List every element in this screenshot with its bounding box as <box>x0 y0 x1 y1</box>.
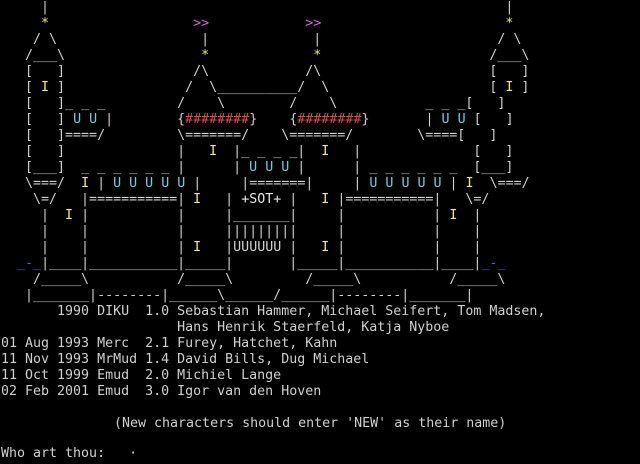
art-line: \===/ I | U U U U U | |=======| | U U U … <box>1 176 530 191</box>
art-line: | I | | |_______| | | I | <box>1 208 482 223</box>
notice-text: (New characters should enter 'NEW' as th… <box>114 416 507 431</box>
art-line: [___] _ _ _ _ _ _ | | U U U | | _ _ _ _ … <box>1 160 514 175</box>
art-line: /___\ * * /___\ <box>1 48 530 63</box>
art-line: [ ]====/ \=======/ \=======/ \====[ ] <box>25 128 498 143</box>
credit-line: Hans Henrik Staerfeld, Katja Nyboe <box>177 320 450 335</box>
login-prompt[interactable]: Who art thou: · <box>1 446 137 462</box>
art-line: | | | ||||||||| | | | <box>41 224 482 239</box>
prompt-label: Who art thou: <box>1 446 106 461</box>
credit-line: 01 Aug 1993 Merc 2.1 Furey, Hatchet, Kah… <box>1 336 338 351</box>
art-line: [ I ] / \__________/ \ [ I ] <box>1 80 530 95</box>
art-line: |_______|--------|______\______/______|-… <box>25 288 474 303</box>
art-line: | | <box>41 0 514 15</box>
credit-line: 02 Feb 2001 Emud 3.0 Igor van den Hoven <box>1 384 322 399</box>
art-line: * >> >> * <box>41 16 514 31</box>
credit-line: 1990 DIKU 1.0 Sebastian Hammer, Michael … <box>57 304 546 319</box>
credit-line: 11 Oct 1999 Emud 2.0 Michiel Lange <box>1 368 282 383</box>
castle-ascii-art: | | * >> >> * / \ | | / \ /___\ * * /___… <box>0 0 640 304</box>
art-line: [ ] | I |_ _ _ _| I | [ ] <box>1 144 514 159</box>
art-line: / \ | | / \ <box>33 32 522 47</box>
art-line: /_____\ /_____\ /_____\ /_____\ <box>33 272 506 287</box>
art-line: \=/ |===========| I | +SOT+ | I |=======… <box>1 192 490 207</box>
art-line: [ ] /\ /\ [ ] <box>25 64 530 79</box>
art-line: _-_|____|___________|_____| |_____|_____… <box>17 256 506 271</box>
new-character-notice: (New characters should enter 'NEW' as th… <box>0 416 640 432</box>
art-line: [ ] U U | {########} {########} | U U [ … <box>1 112 514 127</box>
art-line: | | | I |UUUUUU | I | | | <box>1 240 482 255</box>
text-cursor: · <box>129 446 138 461</box>
art-line: [ ]_ _ _ / \ / \ _ _ _[ ] <box>25 96 506 111</box>
terminal-screen: | | * >> >> * / \ | | / \ /___\ * * /___… <box>0 0 640 464</box>
credit-line: 11 Nov 1993 MrMud 1.4 David Bills, Dug M… <box>1 352 370 367</box>
credits-block: 1990 DIKU 1.0 Sebastian Hammer, Michael … <box>0 304 640 400</box>
